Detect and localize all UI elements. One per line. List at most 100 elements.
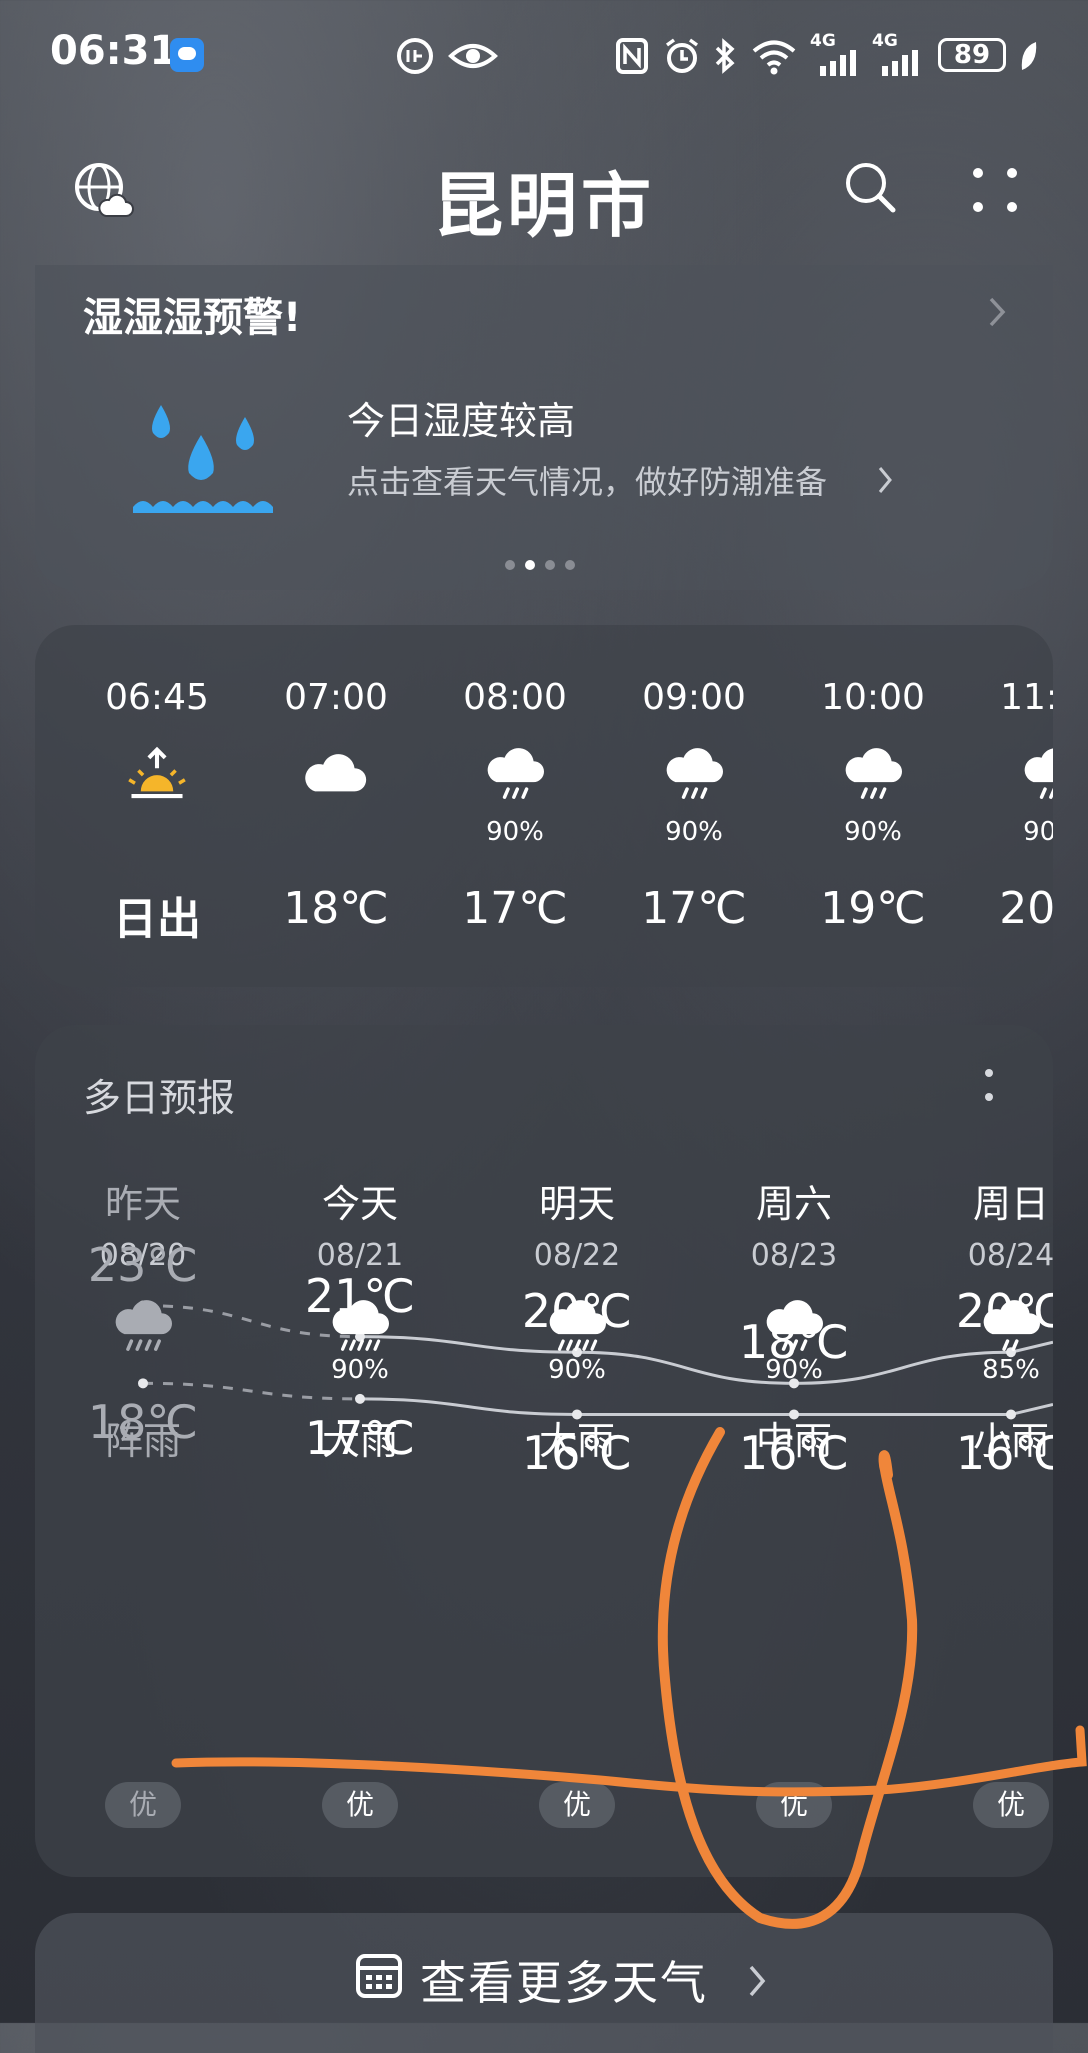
- rain-cloud-icon: [666, 748, 723, 799]
- hourly-time: 09:00: [642, 677, 746, 718]
- network-type-label: 4G: [810, 31, 836, 51]
- hourly-time: 07:00: [284, 677, 388, 718]
- hourly-temperature: 17℃: [462, 883, 568, 934]
- air-quality-badge: 优: [756, 1782, 832, 1828]
- bluetooth-icon: [715, 38, 735, 74]
- daily-item[interactable]: 今天 08/21 90% 大雨 21℃ 17℃ 优: [260, 1025, 460, 1877]
- hourly-temperature: 20℃: [999, 883, 1053, 934]
- hourly-item[interactable]: 09:00 90% 17℃: [614, 625, 774, 987]
- humidity-alert-card[interactable]: 湿湿湿预警! 今日湿度较高 点击查看天气情况，做好防潮准备: [35, 265, 1053, 590]
- page-dot: [545, 560, 555, 570]
- wifi-icon: [752, 40, 796, 75]
- day-date: 08/24: [967, 1238, 1053, 1273]
- high-temperature: 23℃: [87, 1237, 199, 1292]
- eye-icon: [448, 44, 498, 68]
- more-weather-button[interactable]: 查看更多天气: [35, 1913, 1053, 2053]
- water-drops-icon: [133, 405, 273, 513]
- power-saving-leaf-icon: [1021, 42, 1037, 70]
- alert-sub-text[interactable]: 点击查看天气情况，做好防潮准备: [347, 457, 827, 503]
- hourly-icon-wrap: [1017, 745, 1053, 807]
- message-notification-icon: [170, 38, 204, 72]
- low-temperature: 18℃: [87, 1395, 199, 1450]
- hourly-time: 11:00: [1000, 677, 1053, 718]
- hourly-icon-wrap: [659, 745, 729, 807]
- rain-cloud-icon: [845, 748, 902, 799]
- hourly-time: 08:00: [463, 677, 567, 718]
- high-temperature: 20℃: [955, 1284, 1053, 1339]
- hourly-temperature: 18℃: [283, 883, 389, 934]
- rain-cloud-icon: [487, 748, 544, 799]
- calendar-icon: [356, 1954, 402, 1998]
- network-type-label: 4G: [872, 31, 898, 51]
- precip-chance: 90%: [331, 1355, 389, 1385]
- day-date: 08/22: [533, 1238, 621, 1273]
- hourly-item[interactable]: 08:00 90% 17℃: [435, 625, 595, 987]
- page-dot-active: [525, 560, 535, 570]
- hourly-icon-wrap: [301, 745, 371, 807]
- hourly-item[interactable]: 11:00 90% 20℃: [972, 625, 1053, 987]
- high-temperature: 18℃: [738, 1315, 850, 1370]
- air-quality-badge: 优: [105, 1782, 181, 1828]
- hourly-item[interactable]: 06:45 日出: [77, 625, 237, 987]
- hourly-time: 10:00: [821, 677, 925, 718]
- alert-title: 湿湿湿预警!: [83, 295, 302, 341]
- day-name: 周六: [755, 1182, 832, 1226]
- high-temperature: 20℃: [521, 1284, 633, 1339]
- hourly-temperature: 17℃: [641, 883, 747, 934]
- sunrise-icon: [128, 746, 186, 799]
- day-icon-wrap: [108, 1297, 178, 1359]
- search-icon[interactable]: [843, 160, 899, 216]
- precip-chance: 90%: [1023, 817, 1053, 847]
- alert-sub-label: 点击查看天气情况，做好防潮准备: [347, 463, 828, 501]
- air-quality-badge: 优: [539, 1782, 615, 1828]
- page-dot: [505, 560, 515, 570]
- hourly-item[interactable]: 10:00 90% 19℃: [793, 625, 953, 987]
- precip-chance: 90%: [665, 817, 723, 847]
- high-temperature: 21℃: [304, 1268, 416, 1323]
- hourly-forecast-card[interactable]: 06:45 日出 07:00 18℃ 08:00 90% 17℃ 09:00 90% 17℃ 10:…: [35, 625, 1053, 987]
- hd-call-icon: [397, 38, 433, 74]
- daily-item[interactable]: 周六 08/23 90% 中雨 18℃ 16℃ 优: [694, 1025, 894, 1877]
- low-temperature: 16℃: [738, 1426, 850, 1481]
- low-temperature: 17℃: [304, 1410, 416, 1465]
- carousel-page-indicator: [505, 555, 585, 574]
- alert-main-text: 今日湿度较高: [347, 399, 576, 443]
- hourly-icon-wrap: [122, 745, 192, 807]
- hourly-item[interactable]: 07:00 18℃: [256, 625, 416, 987]
- precip-chance: 85%: [982, 1355, 1040, 1385]
- day-name: 今天: [321, 1182, 398, 1226]
- hourly-icon-wrap: [838, 745, 908, 807]
- cell-signal-2: 4G: [872, 31, 924, 76]
- alarm-icon: [665, 38, 699, 73]
- signal-bars-icon: [882, 50, 918, 76]
- day-name: 周日: [972, 1182, 1049, 1226]
- air-quality-badge: 优: [322, 1782, 398, 1828]
- precip-chance: 90%: [548, 1355, 606, 1385]
- hourly-temperature: 19℃: [820, 883, 926, 934]
- page-dot: [565, 560, 575, 570]
- chevron-right-icon[interactable]: [877, 465, 893, 495]
- sunrise-label: 日出: [113, 894, 201, 945]
- low-temperature: 16℃: [955, 1426, 1053, 1481]
- signal-bars-icon: [820, 50, 856, 76]
- hourly-time: 06:45: [105, 677, 209, 718]
- nfc-icon: [616, 38, 648, 74]
- day-name: 明天: [538, 1182, 615, 1226]
- hourly-icon-wrap: [480, 745, 550, 807]
- rain-cloud-icon: [1024, 748, 1053, 799]
- low-temperature: 16℃: [521, 1426, 633, 1481]
- more-options-icon[interactable]: [970, 165, 1020, 215]
- cloud-icon: [305, 754, 367, 792]
- air-quality-badge: 优: [973, 1782, 1049, 1828]
- daily-item[interactable]: 明天 08/22 90% 大雨 20℃ 16℃ 优: [477, 1025, 677, 1877]
- daily-forecast-card[interactable]: 多日预报 昨天 08/20 阵雨 23℃ 18℃ 优今天 08/21 90% 大雨 21℃ 17℃ 优…: [35, 1025, 1053, 1877]
- status-time: 06:31: [50, 28, 178, 74]
- status-bar: 06:31 4G 4G 89: [0, 0, 1088, 110]
- cell-signal-1: 4G: [810, 31, 862, 76]
- chevron-right-icon[interactable]: [987, 295, 1007, 329]
- chevron-right-icon: [749, 1965, 766, 1997]
- page-title-city: 昆明市: [433, 165, 655, 247]
- daily-item[interactable]: 昨天 08/20 阵雨 23℃ 18℃ 优: [43, 1025, 243, 1877]
- daily-item[interactable]: 周日 08/24 85% 小雨 20℃ 16℃ 优: [911, 1025, 1053, 1877]
- precip-chance: 90%: [844, 817, 902, 847]
